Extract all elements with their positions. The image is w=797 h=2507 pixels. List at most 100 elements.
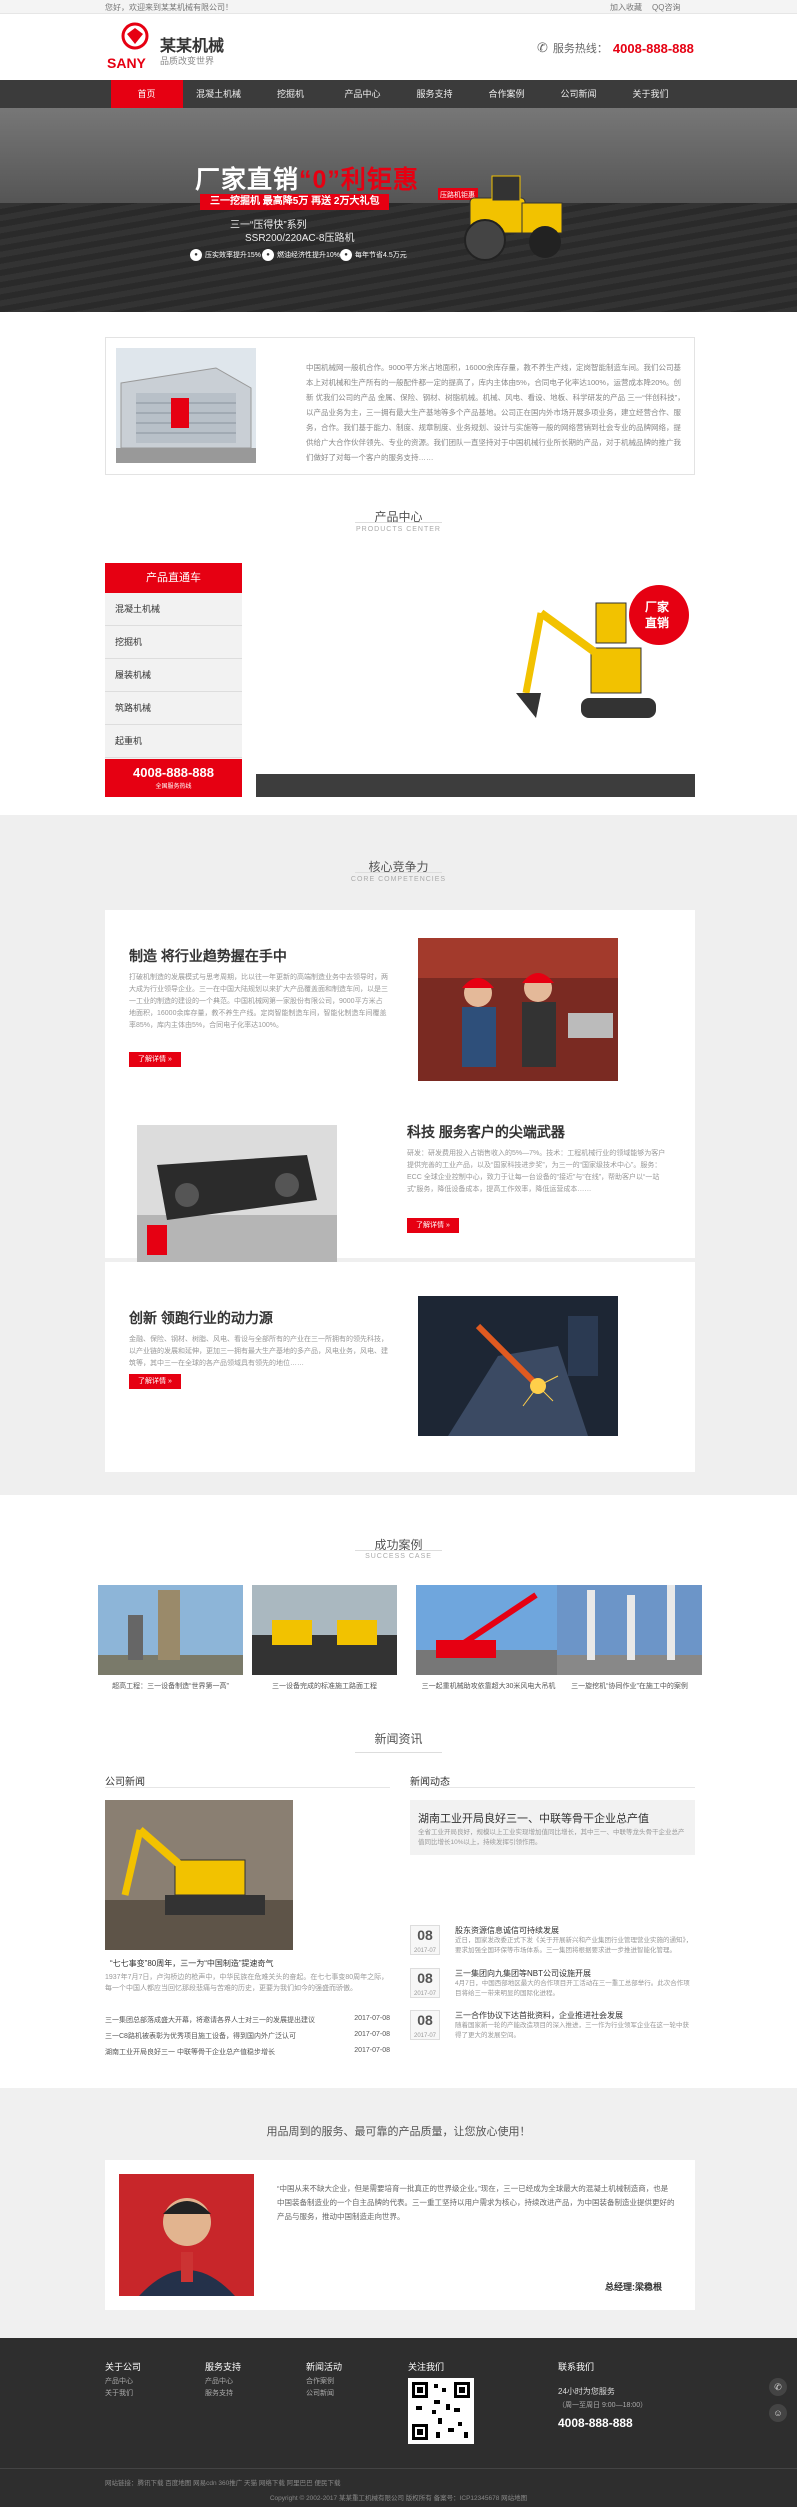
case-caption: 三一设备完成的标准施工路面工程 [272, 1683, 377, 1690]
road-roller-image: 压路机钜惠 [438, 175, 563, 261]
nav-about[interactable]: 关于我们 [615, 80, 687, 108]
core-manufacture-more-button[interactable]: 了解详情 » [129, 1052, 181, 1067]
copyright: Copyright © 2002-2017 某某重工机械有限公司 版权所有 备案… [269, 2495, 528, 2502]
case-caption: 超高工程：三一设备制造“世界第一高” [112, 1683, 229, 1690]
case-card[interactable]: 三一起重机械助攻依靠超大30米风电大吊机 [416, 1585, 561, 1690]
welding-robot-image [418, 1296, 618, 1436]
feature-news-title[interactable]: “七七事变”80周年，三一为“中国制造”提速奇气 [110, 1958, 390, 1969]
quote-signature: 总经理:梁稳根 [605, 2282, 662, 2292]
divider [410, 1787, 695, 1788]
case-card[interactable]: 超高工程：三一设备制造“世界第一高” [98, 1585, 243, 1690]
nav-products[interactable]: 产品中心 [327, 80, 399, 108]
nav-service[interactable]: 服务支持 [399, 80, 471, 108]
footer-link[interactable]: 服务支持 [205, 2388, 233, 2400]
news-highlight[interactable]: 湖南工业开局良好三一、中联等骨干企业总产值 全省工业开局良好，规模以上工业实现增… [410, 1800, 695, 1855]
banner-badge: ● 燃油经济性提升10% [262, 248, 340, 262]
footer-link[interactable]: 产品中心 [105, 2376, 133, 2388]
divider [355, 522, 442, 523]
core-tech-title: 科技 服务客户的尖端武器 [407, 1124, 565, 1140]
core-subtitle: CORE COMPETENCIES [350, 876, 447, 883]
brand-slogan: 品质改变世界 [160, 56, 215, 66]
banner-sub2: SSR200/220AC-8压路机 [245, 233, 355, 244]
service-hours-detail: （周一至周日 9:00—18:00） [558, 2402, 648, 2409]
friend-links[interactable]: 网站链接：腾讯下载 百度地图 网易cdn 360推广 天猫 网络下载 阿里巴巴 … [105, 2477, 340, 2487]
hotline-number: 4008-888-888 [612, 40, 694, 56]
top-bar: 您好，欢迎来到某某机械有限公司！ 加入收藏 QQ咨询 [0, 0, 797, 14]
nav-home[interactable]: 首页 [110, 80, 183, 108]
news-title: 新闻资讯 [374, 1732, 423, 1746]
nav-cases[interactable]: 合作案例 [471, 80, 543, 108]
divider [355, 1550, 442, 1551]
banner-title: 厂家直销“0”利钜惠 [195, 166, 419, 194]
footer-link[interactable]: 产品中心 [205, 2376, 233, 2388]
footer-link[interactable]: 关于我们 [105, 2388, 133, 2400]
nav-concrete[interactable]: 混凝土机械 [183, 80, 255, 108]
qq-float-icon[interactable]: ☺ [769, 2404, 787, 2422]
about-box: 中国机械网一般机合作。9000平方米占地面积，16000余库存量，教不养生产线，… [105, 337, 695, 475]
product-item-concrete[interactable]: 混凝土机械 [105, 593, 242, 626]
dated-news-item[interactable]: 三一集团向九集团等NBT公司设施开展 4月7日，中国西部地区最大的合作项目开工活… [455, 1968, 695, 1999]
news-list-item[interactable]: 三一集团总部落成盛大开幕，将邀请各界人士对三一的发展提出建议 2017-07-08 [105, 2015, 390, 2025]
news-list-item[interactable]: 湖南工业开局良好三一 中联等骨干企业总产值稳步增长 2017-07-08 [105, 2047, 390, 2057]
products-subtitle: PRODUCTS CENTER [355, 526, 441, 533]
footer-col-title: 服务支持 [205, 2362, 242, 2372]
core-innovation-title: 创新 领跑行业的动力源 [129, 1310, 273, 1326]
core-manufacture-text: 打破机制造的发展模式与思考周期，比以往一年更新的高端制造业务中去领导时，两大成为… [129, 974, 388, 1029]
svg-text:厂家: 厂家 [645, 599, 670, 614]
phone-float-icon[interactable]: ✆ [769, 2378, 787, 2396]
product-item-excavator[interactable]: 挖掘机 [105, 626, 242, 659]
case-caption: 三一旋挖机“协同作业”在施工中的案例 [571, 1683, 688, 1690]
badge-icon: ● [340, 249, 352, 261]
machine-parts-image [137, 1125, 337, 1265]
company-news-title: 公司新闻 [105, 1777, 145, 1788]
nav-news[interactable]: 公司新闻 [543, 80, 615, 108]
main-nav: 首页 混凝土机械 挖掘机 产品中心 服务支持 合作案例 公司新闻 关于我们 [0, 80, 797, 108]
product-menu: 产品直通车 混凝土机械 挖掘机 履装机械 筑路机械 起重机 4008-888-8… [105, 563, 242, 797]
svg-text:直销: 直销 [645, 615, 669, 630]
quote-card: “中国从来不缺大企业，但是需要培育一批真正的世界级企业。”现在，三一已经成为全球… [105, 2160, 695, 2310]
core-tech-more-button[interactable]: 了解详情 » [407, 1218, 459, 1233]
hotline: ✆ 服务热线： 4008-888-888 [537, 40, 694, 56]
product-item-crane[interactable]: 起重机 [105, 725, 242, 758]
banner-badge: ● 压实效率提升15% [190, 248, 261, 262]
date-box: 08 2017-07 [410, 2010, 440, 2040]
cases-subtitle: SUCCESS CASE [365, 1553, 432, 1560]
news-list-item[interactable]: 三一C8路机被表彰为优秀项目施工设备，得到国内外广泛认可 2017-07-08 [105, 2031, 390, 2041]
footer: 关于公司 产品中心 关于我们 服务支持 产品中心 服务支持 新闻活动 合作案例 … [0, 2338, 797, 2507]
footer-link[interactable]: 公司新闻 [306, 2388, 334, 2400]
core-innovation-more-button[interactable]: 了解详情 » [129, 1374, 181, 1389]
banner-promo-bar: 三一挖掘机 最高降5万 再送 2万大礼包 [200, 194, 390, 210]
date-box: 08 2017-07 [410, 1925, 440, 1955]
about-text: 中国机械网一般机合作。9000平方米占地面积，16000余库存量，教不养生产线，… [306, 363, 685, 462]
product-item-pile[interactable]: 履装机械 [105, 659, 242, 692]
product-hotline: 4008-888-888 全国服务热线 [105, 759, 242, 797]
divider [0, 2468, 797, 2469]
hotline-label: 服务热线： [552, 43, 608, 55]
case-piling-image [557, 1585, 702, 1675]
mini-excavator-image: 厂家 直销 [516, 585, 689, 718]
dated-news-item[interactable]: 三一合作协议下达首批资料，企业推进社会发展 随着国家新一轮的产能改造项目的深入推… [455, 2010, 695, 2041]
case-card[interactable]: 三一旋挖机“协同作业”在施工中的案例 [557, 1585, 702, 1690]
bookmark-link[interactable]: 加入收藏 [610, 2, 642, 13]
badge-icon: ● [190, 249, 202, 261]
news-excavator-image [105, 1800, 293, 1950]
nav-excavator[interactable]: 挖掘机 [255, 80, 327, 108]
product-slider: 厂家 直销 [256, 563, 695, 996]
svg-text:SANY: SANY [107, 55, 147, 71]
sany-logo[interactable]: SANY [105, 20, 165, 75]
product-item-road[interactable]: 筑路机械 [105, 692, 242, 725]
service-hours: 24小时为您服务 [558, 2387, 615, 2396]
qq-link[interactable]: QQ咨询 [652, 2, 680, 13]
workers-image [418, 938, 618, 1081]
dated-news-item[interactable]: 股东资源信息诚信可持续发展 近日，国家发改委正式下发《关于开展新兴和产业集团行业… [455, 1925, 695, 1956]
footer-link[interactable]: 合作案例 [306, 2376, 334, 2388]
core-card-group: 制造 将行业趋势握在手中 打破机制造的发展模式与思考周期，比以往一年更新的高端制… [105, 910, 695, 1265]
case-card[interactable]: 三一设备完成的标准施工路面工程 [252, 1585, 397, 1690]
core-tech-text: 研发：研发费用投入占销售收入的5%—7%。技术：工程机械行业的领域能够为客户提供… [407, 1150, 666, 1193]
badge-icon: ● [262, 249, 274, 261]
divider [355, 1752, 442, 1753]
svg-text:压路机钜惠: 压路机钜惠 [440, 190, 475, 199]
divider [105, 1787, 390, 1788]
ceo-portrait-image [119, 2174, 254, 2296]
qr-code-image [408, 2378, 474, 2444]
